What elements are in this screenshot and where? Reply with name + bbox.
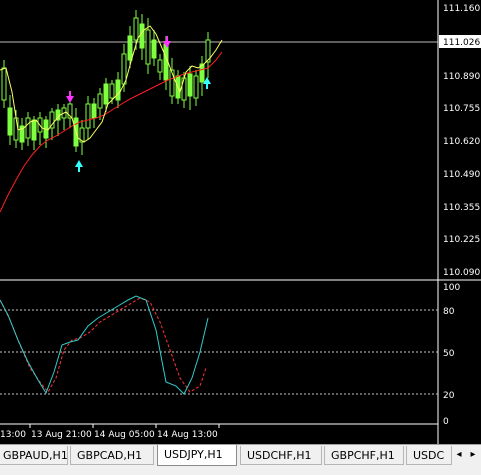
oscillator-level: 100 [443,283,460,293]
oscillator-level: 0 [443,417,449,427]
candle-body [1,67,7,101]
candle-body [109,83,115,99]
candle-body [85,103,91,129]
oscillator-panel: 100 80 50 20 0 [0,283,460,427]
chart-tabs-bar: GBPAUD,H1 GBPCAD,H1 USDJPY,H1 USDCHF,H1 … [0,444,481,475]
time-axis: 13:00 13 Aug 21:00 14 Aug 05:00 14 Aug 1… [0,424,220,440]
candle-body [91,103,97,119]
candle-body [49,111,55,129]
price-tick: 110.620 [443,137,480,147]
price-tick: 110.490 [443,170,480,180]
price-axis: 111.026 111.160 110.890 110.755 110.620 … [439,4,481,278]
candlestick-series [1,10,211,155]
candle-body [157,59,163,73]
candle-body [115,79,121,101]
arrow-down-icon [66,91,74,103]
oscillator-level: 80 [443,307,455,317]
scroll-left-icon[interactable]: ◂ [452,448,466,462]
tab-usdchf[interactable]: USDCHF,H1 [240,446,322,465]
price-tick: 110.890 [443,72,480,82]
candle-body [193,75,199,99]
arrow-up-icon [75,160,83,172]
current-price-label: 111.026 [443,38,480,48]
tab-gbpchf[interactable]: GBPCHF,H1 [324,446,404,465]
tab-gbpaud[interactable]: GBPAUD,H1 [0,446,68,465]
candle-body [127,35,133,61]
time-tick: 14 Aug 13:00 [157,430,218,440]
price-tick: 110.755 [443,104,480,114]
chart-area[interactable]: 111.026 111.160 110.890 110.755 110.620 … [0,0,481,444]
candle-body [145,29,151,65]
tab-gbpcad[interactable]: GBPCAD,H1 [70,446,154,465]
candle-body [97,93,103,109]
scroll-right-icon[interactable]: ▸ [466,448,480,462]
candle-body [103,83,109,105]
candle-body [163,43,169,81]
candle-body [121,53,127,85]
tab-usdc[interactable]: USDC [406,446,452,465]
price-tick: 110.355 [443,203,480,213]
time-tick: 13:00 [0,430,26,440]
candle-body [133,17,139,41]
candle-body [187,73,193,97]
candle-body [31,119,37,141]
tab-usdjpy[interactable]: USDJPY,H1 [157,445,237,466]
candle-body [25,117,31,139]
price-tick: 110.090 [443,268,480,278]
candle-body [7,107,13,136]
candle-body [181,77,187,101]
oscillator-level: 50 [443,349,455,359]
price-tick: 110.225 [443,235,480,245]
oscillator-level: 20 [443,391,455,401]
time-tick: 14 Aug 05:00 [94,430,155,440]
candle-body [139,23,145,49]
candle-body [151,39,157,59]
time-tick: 13 Aug 21:00 [31,430,92,440]
stochastic-main-line [0,295,209,395]
price-tick: 111.160 [443,4,480,14]
stochastic-signal-line [0,297,207,393]
